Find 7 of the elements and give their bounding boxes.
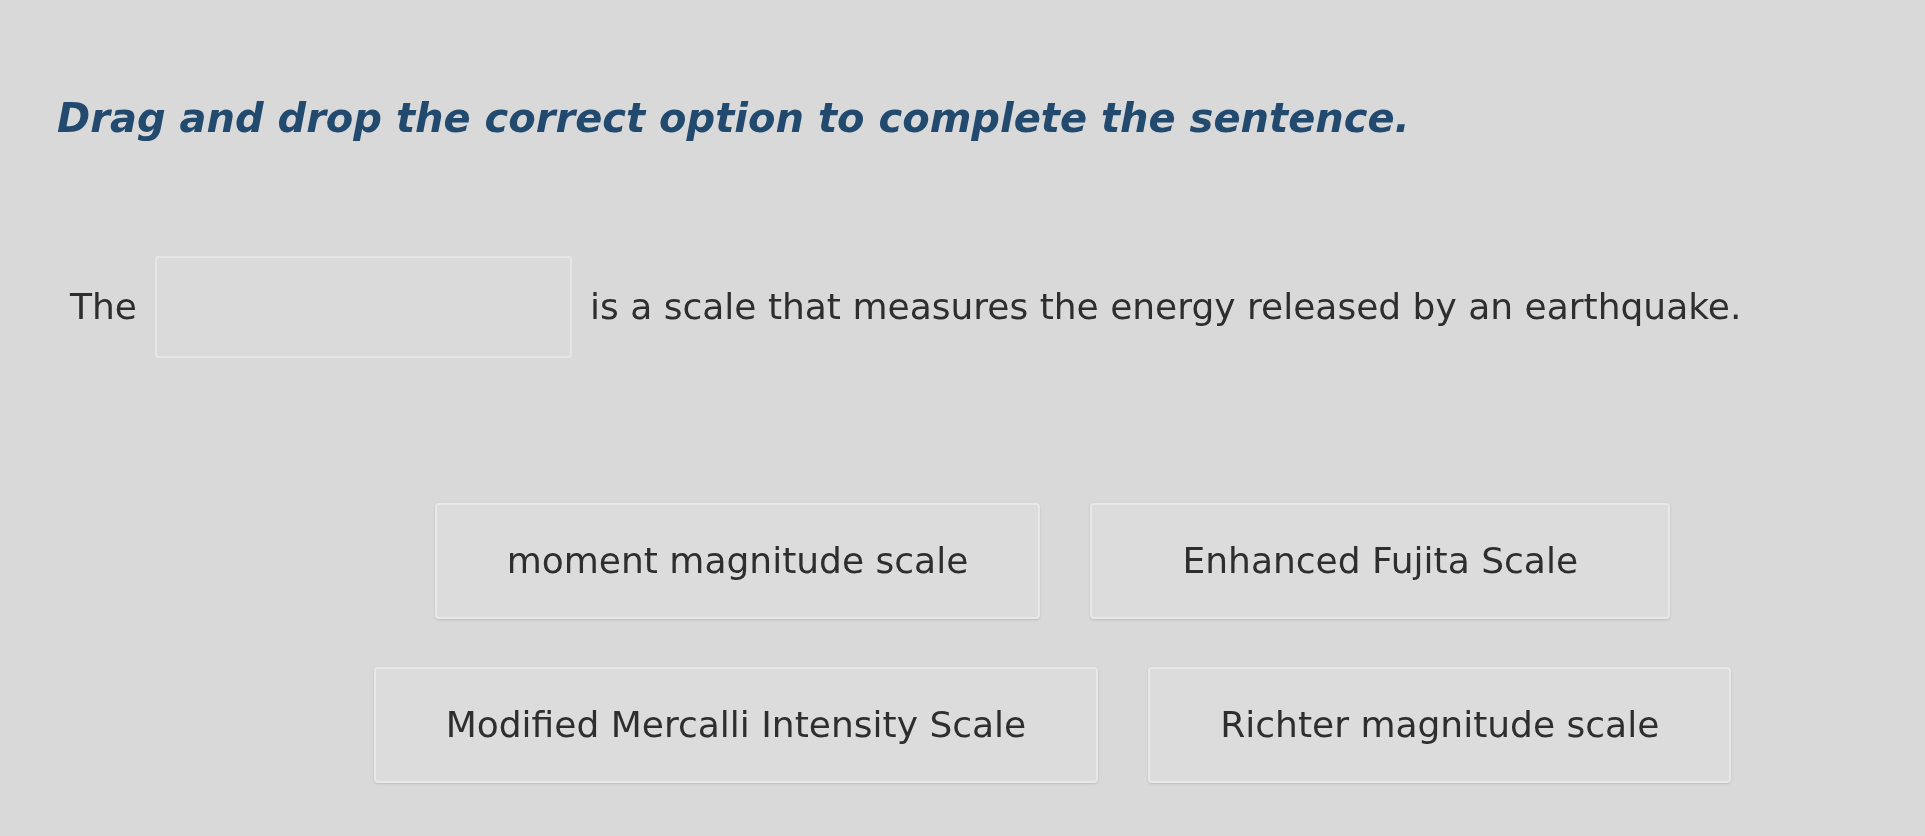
- option-tile[interactable]: moment magnitude scale: [434, 503, 1041, 619]
- option-tile[interactable]: Enhanced Fujita Scale: [1090, 503, 1671, 619]
- instruction-text: Drag and drop the correct option to complete the sentence.: [57, 94, 1410, 143]
- sentence-text: is a scale that measures the energy released by an earthquake.: [589, 285, 1742, 329]
- option-tile[interactable]: Modified Mercalli Intensity Scale: [373, 667, 1099, 783]
- option-tile[interactable]: Richter magnitude scale: [1148, 667, 1732, 783]
- sentence-text: The: [70, 285, 137, 329]
